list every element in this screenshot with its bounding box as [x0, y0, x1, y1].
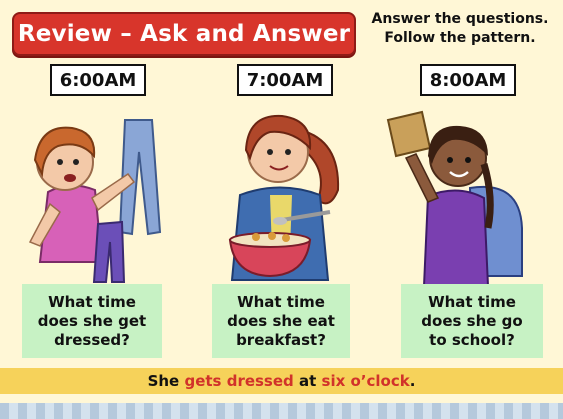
time-box-3: 8:00AM	[420, 64, 516, 96]
girl-eating-breakfast-illustration	[228, 114, 340, 281]
bottom-decorative-strip	[0, 403, 563, 419]
girl-getting-dressed-illustration	[28, 119, 162, 283]
model-answer-bar: She gets dressed at six o’clock .	[0, 368, 563, 394]
question-box-2: What time does she eat breakfast?	[212, 284, 350, 358]
slide-title: Review – Ask and Answer	[17, 21, 351, 47]
time-box-1: 6:00AM	[50, 64, 146, 96]
instruction-line-1: Answer the questions.	[371, 11, 549, 27]
instructions: Answer the questions. Follow the pattern…	[360, 10, 560, 48]
question-text-2: What time does she eat breakfast?	[227, 292, 335, 349]
answer-highlight-time: six o’clock	[321, 372, 410, 390]
instruction-line-2: Follow the pattern.	[384, 30, 536, 46]
question-text-3: What time does she go to school?	[421, 292, 523, 349]
girl-going-to-school-illustration	[386, 110, 523, 286]
question-text-1: What time does she get dressed?	[37, 292, 147, 349]
answer-part-2: at	[293, 372, 322, 390]
slide: Review – Ask and Answer Answer the quest…	[0, 0, 563, 419]
time-box-2: 7:00AM	[237, 64, 333, 96]
answer-highlight-verb: gets dressed	[184, 372, 294, 390]
question-box-1: What time does she get dressed?	[22, 284, 162, 358]
answer-part-1: She	[147, 372, 185, 390]
question-box-3: What time does she go to school?	[401, 284, 543, 358]
answer-part-3: .	[409, 372, 416, 390]
title-banner: Review – Ask and Answer	[12, 12, 356, 56]
